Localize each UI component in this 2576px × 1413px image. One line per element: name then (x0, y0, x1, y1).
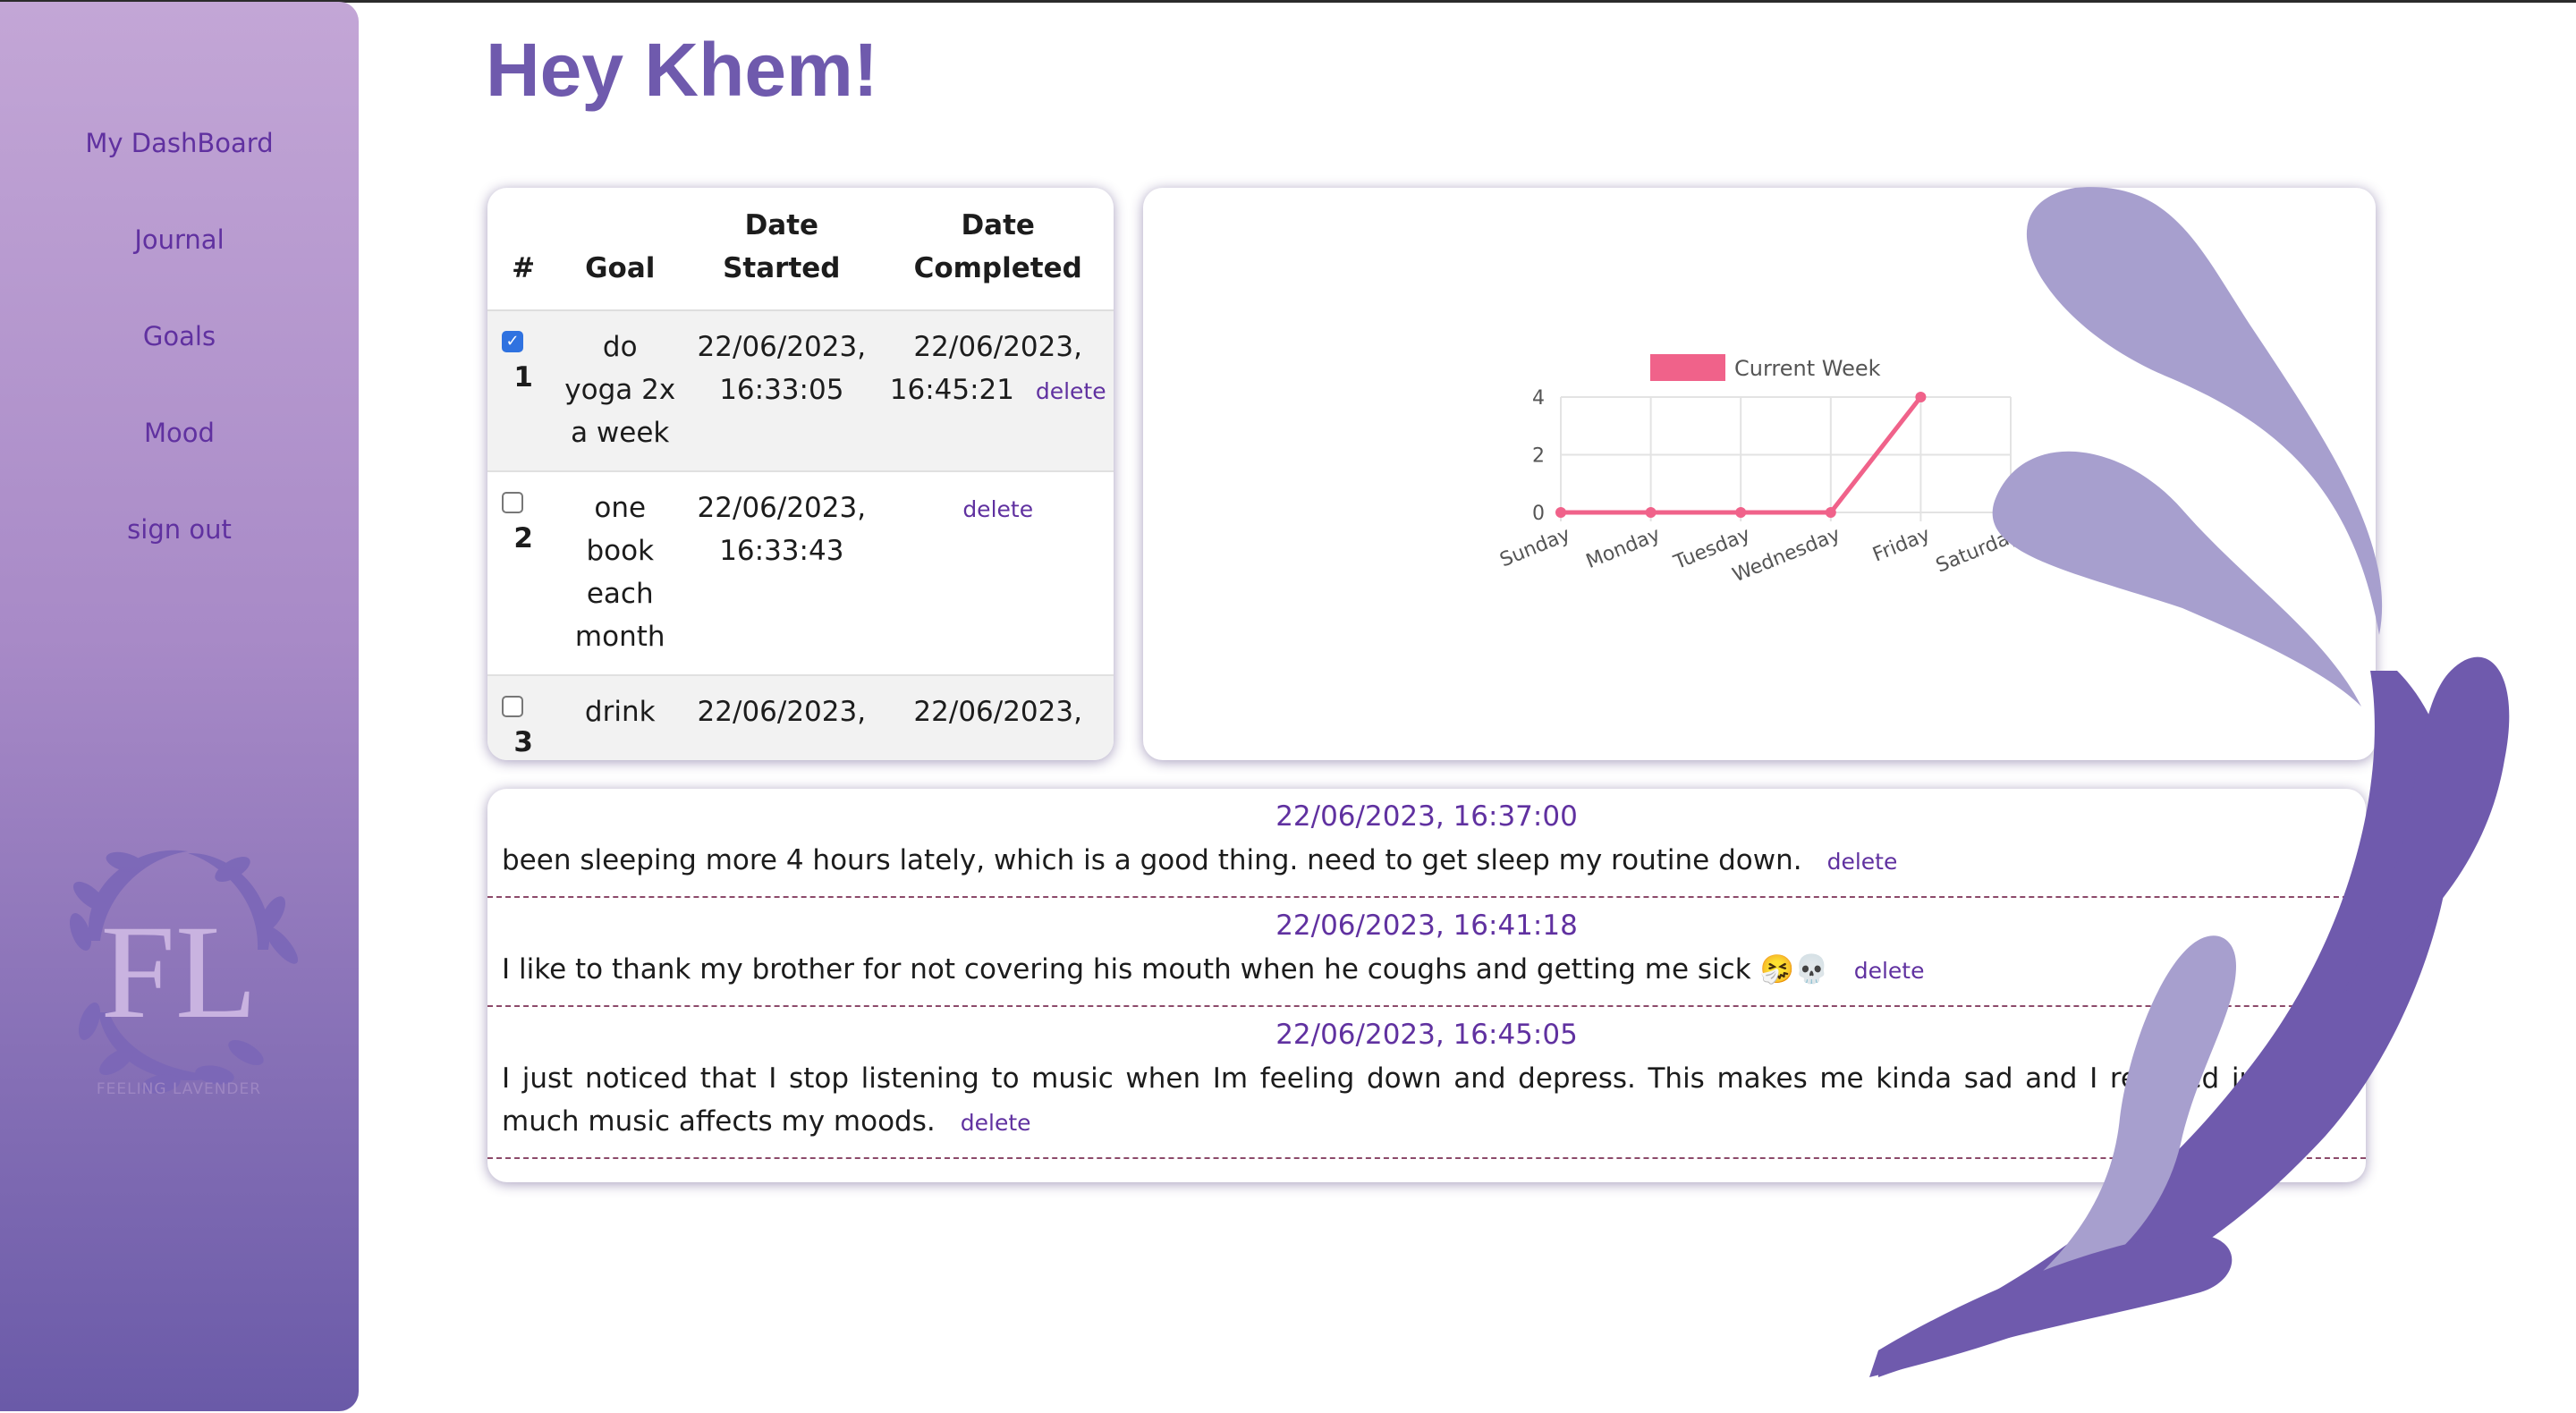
goal-delete-link[interactable]: delete (962, 496, 1033, 522)
journal-delete-link[interactable]: delete (1827, 849, 1898, 875)
journal-text: I like to thank my brother for not cover… (502, 953, 1829, 986)
chart-legend-label: Current Week (1734, 356, 1881, 381)
journal-entry: 22/06/2023, 16:37:00 been sleeping more … (487, 789, 2366, 898)
nav-item-sign-out[interactable]: sign out (0, 481, 359, 578)
goal-row: 3 drink 22/06/2023, 22/06/2023, (487, 675, 1114, 760)
goal-row: 2 one book each month 22/06/2023, 16:33:… (487, 471, 1114, 676)
goal-complete-checkbox[interactable] (502, 492, 523, 513)
chart-data-point (1645, 507, 1657, 518)
chart-x-tick-label: Saturday (1933, 523, 2023, 577)
col-header-date-started: Date Started (681, 188, 883, 311)
logo-letters: FL (100, 898, 257, 1046)
chart-legend-swatch (1650, 354, 1725, 381)
chart-data-point (1825, 507, 1836, 518)
chart-y-tick-label: 2 (1532, 445, 1545, 468)
col-header-number: # (487, 188, 560, 311)
nav-item-dashboard[interactable]: My DashBoard (0, 95, 359, 191)
chart-y-tick-label: 0 (1532, 503, 1545, 525)
goal-text: do yoga 2x a week (559, 310, 682, 472)
journal-entry: 22/06/2023, 16:45:05 I just noticed that… (487, 1007, 2366, 1159)
col-header-date-completed: Date Completed (882, 188, 1114, 311)
mood-line-chart: 024Sunday Monday TuesdayWednesday Friday Sat… (1497, 354, 2023, 587)
nav-item-goals[interactable]: Goals (0, 288, 359, 385)
journal-card: 22/06/2023, 16:37:00 been sleeping more … (487, 789, 2366, 1182)
goal-complete-checkbox[interactable] (502, 696, 523, 717)
journal-timestamp: 22/06/2023, 16:45:05 (1275, 1019, 1578, 1051)
goals-table: # Goal Date Started Date Completed ✓ 1 d… (487, 188, 1114, 760)
goal-delete-link[interactable]: delete (1036, 378, 1106, 404)
sidebar: My DashBoard Journal Goals Mood sign out… (0, 2, 359, 1411)
journal-timestamp: 22/06/2023, 16:41:18 (1275, 910, 1578, 942)
goal-number: 3 (513, 726, 533, 758)
nav-item-mood[interactable]: Mood (0, 385, 359, 481)
chart-x-tick-label: Monday (1583, 523, 1664, 573)
goal-text: drink (559, 675, 682, 760)
journal-entry: 22/06/2023, 16:41:18 I like to thank my … (487, 898, 2366, 1007)
mood-chart-card: 0 2 4 Sunday Monday Tuesday Wednesday Friday Sat… (1143, 188, 2376, 760)
sidebar-nav: My DashBoard Journal Goals Mood sign out (0, 95, 359, 578)
top-border (0, 0, 2576, 3)
col-header-goal: Goal (559, 188, 682, 311)
logo-caption: FEELING LAVENDER (96, 1080, 262, 1098)
goal-number: 2 (513, 522, 533, 554)
goal-number: 1 (513, 361, 533, 393)
chart-data-point (1735, 507, 1747, 518)
goal-date-started: 22/06/2023, (681, 675, 883, 760)
journal-text: been sleeping more 4 hours lately, which… (502, 844, 1802, 876)
goal-date-started: 22/06/2023, 16:33:05 (681, 310, 883, 472)
page-title: Hey Khem! (486, 28, 878, 112)
goal-row: ✓ 1 do yoga 2x a week 22/06/2023, 16:33:… (487, 310, 1114, 472)
goals-card: # Goal Date Started Date Completed ✓ 1 d… (487, 188, 1114, 760)
journal-delete-link[interactable]: delete (961, 1110, 1031, 1136)
journal-timestamp: 22/06/2023, 16:37:00 (1275, 800, 1578, 833)
chart-data-point (1915, 392, 1927, 402)
nav-item-journal[interactable]: Journal (0, 191, 359, 288)
goal-text: one book each month (559, 471, 682, 676)
chart-data-point (1555, 507, 1566, 518)
goal-complete-checkbox[interactable]: ✓ (502, 331, 523, 352)
goal-date-completed: 22/06/2023, (913, 696, 1082, 728)
journal-text: I just noticed that I stop listening to … (502, 1062, 2351, 1138)
journal-delete-link[interactable]: delete (1854, 958, 1925, 984)
feeling-lavender-logo: FL (69, 850, 299, 1094)
chart-x-tick-label: Sunday (1497, 523, 1574, 571)
chart-y-tick-label: 4 (1532, 387, 1545, 410)
goal-date-started: 22/06/2023, 16:33:43 (681, 471, 883, 676)
chart-x-tick-label: Friday (1869, 523, 1933, 566)
